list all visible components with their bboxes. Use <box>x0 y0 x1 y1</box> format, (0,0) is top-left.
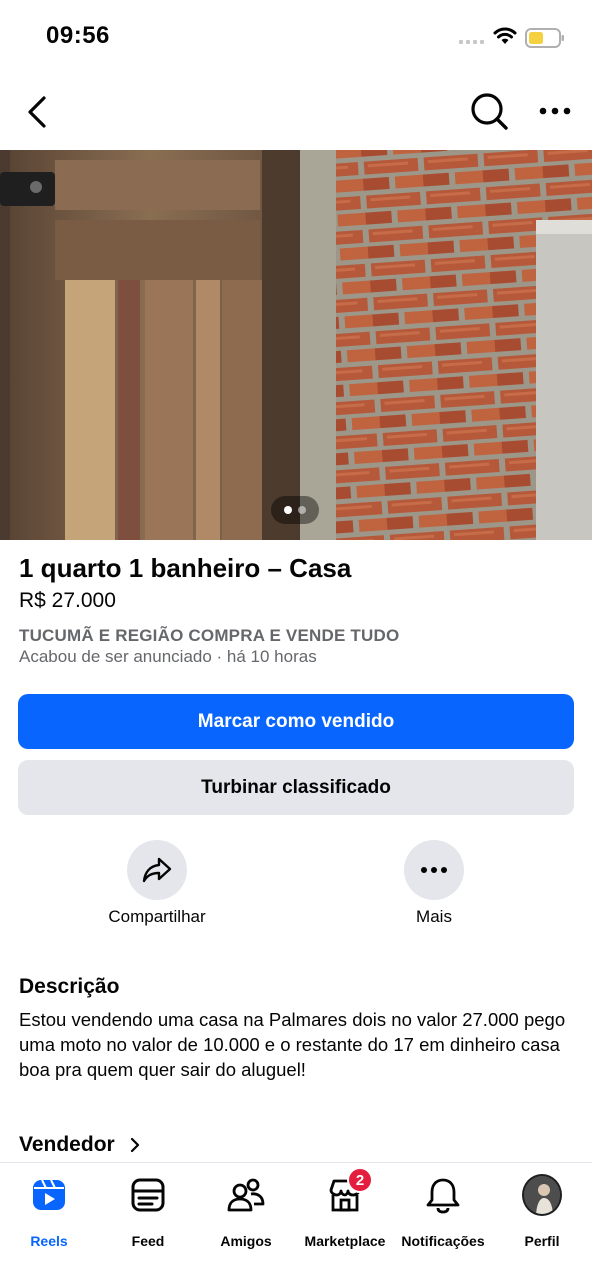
chevron-right-icon <box>130 1137 139 1153</box>
tab-notifications[interactable]: Notificações <box>394 1175 492 1249</box>
feed-icon <box>128 1175 168 1215</box>
tab-feed[interactable]: Feed <box>99 1175 197 1249</box>
tab-label: Notificações <box>401 1233 485 1249</box>
seller-heading: Vendedor <box>19 1133 115 1156</box>
back-button[interactable] <box>20 92 56 132</box>
listing-photo <box>0 150 592 540</box>
listing-title: 1 quarto 1 banheiro – Casa <box>19 553 352 583</box>
carousel-dot-active <box>284 506 292 514</box>
mark-as-sold-button[interactable]: Marcar como vendido <box>18 694 574 749</box>
bottom-tab-bar: Reels Feed Amigos 2 Marketplace Notifica… <box>0 1162 592 1280</box>
share-action[interactable]: Compartilhar <box>77 840 237 927</box>
tab-label: Feed <box>131 1233 165 1249</box>
more-icon <box>421 867 447 873</box>
search-icon[interactable] <box>468 90 510 132</box>
share-label: Compartilhar <box>108 907 206 926</box>
tab-profile[interactable]: Perfil <box>493 1174 591 1249</box>
carousel-indicator <box>271 496 319 524</box>
cellular-signal-icon <box>459 40 484 44</box>
tab-reels[interactable]: Reels <box>0 1175 98 1249</box>
reels-icon <box>29 1175 69 1215</box>
listed-time: Acabou de ser anunciado · há 10 horas <box>19 647 317 666</box>
description-heading: Descrição <box>19 975 120 998</box>
listing-photo-carousel[interactable] <box>0 150 592 540</box>
bell-icon <box>423 1175 463 1215</box>
friends-icon <box>226 1175 266 1215</box>
more-options-icon[interactable] <box>536 94 574 128</box>
tab-label: Perfil <box>524 1233 560 1249</box>
more-label: Mais <box>416 907 452 926</box>
description-text: Estou vendendo uma casa na Palmares dois… <box>19 1009 566 1080</box>
seller-section-link[interactable]: Vendedor <box>19 1133 141 1157</box>
notification-badge: 2 <box>347 1167 373 1193</box>
avatar <box>522 1174 562 1216</box>
tab-marketplace[interactable]: 2 Marketplace <box>296 1167 394 1249</box>
tab-label: Amigos <box>220 1233 272 1249</box>
share-button[interactable] <box>127 840 187 900</box>
top-navigation <box>0 82 592 140</box>
tab-label: Reels <box>30 1233 68 1249</box>
status-bar: 09:56 <box>0 0 592 76</box>
profile-picture <box>522 1174 562 1216</box>
wifi-icon <box>493 27 517 44</box>
more-action[interactable]: Mais <box>354 840 514 927</box>
carousel-dot <box>298 506 306 514</box>
status-time: 09:56 <box>46 22 110 49</box>
listing-price: R$ 27.000 <box>19 589 116 612</box>
tab-label: Marketplace <box>304 1233 386 1249</box>
battery-icon <box>525 28 564 48</box>
tab-friends[interactable]: Amigos <box>197 1175 295 1249</box>
more-button[interactable] <box>404 840 464 900</box>
boost-listing-button[interactable]: Turbinar classificado <box>18 760 574 815</box>
group-name-link[interactable]: TUCUMÃ E REGIÃO COMPRA E VENDE TUDO <box>19 626 399 646</box>
share-icon <box>142 857 172 883</box>
marketplace-icon: 2 <box>325 1167 373 1215</box>
